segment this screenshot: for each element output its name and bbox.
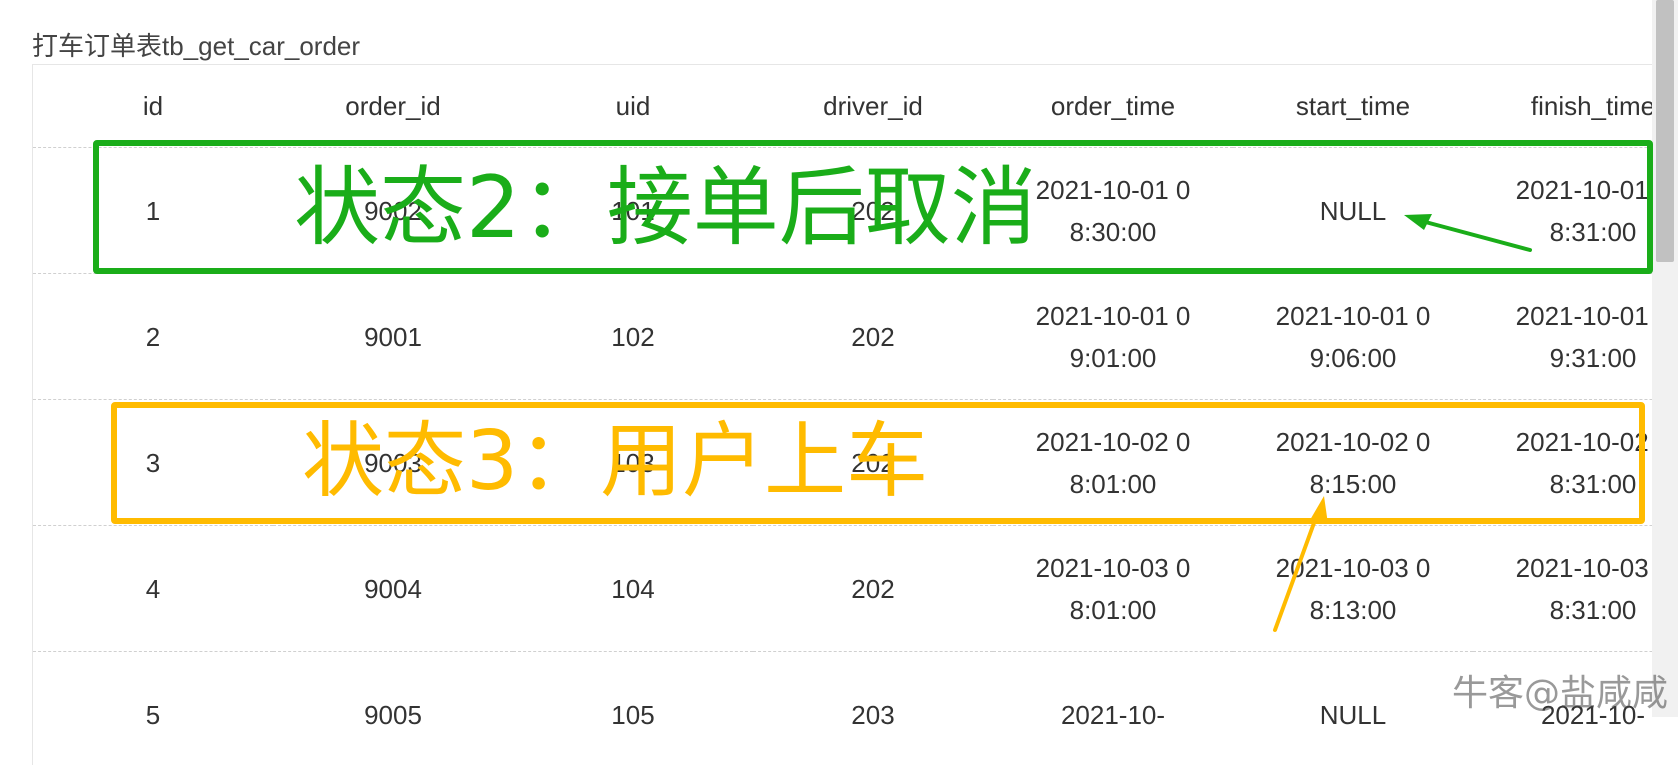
cell-driver-id: 202 — [753, 526, 993, 652]
cell-order-time-text: 2021-10-01 08:30:00 — [1028, 169, 1198, 253]
vertical-scrollbar[interactable] — [1652, 0, 1678, 717]
cell-driver-id: 202 — [753, 274, 993, 400]
cell-finish-time-text: 2021-10-01 09:31:00 — [1508, 295, 1653, 379]
cell-uid: 102 — [513, 274, 753, 400]
cell-id: 3 — [33, 400, 273, 526]
cell-driver-id: 202 — [753, 400, 993, 526]
cell-order-time-text: 2021-10-03 08:01:00 — [1028, 547, 1198, 631]
cell-driver-id: 203 — [753, 652, 993, 765]
cell-order-id: 9002 — [273, 148, 513, 274]
cell-start-time: NULL — [1233, 652, 1473, 765]
cell-order-id: 9005 — [273, 652, 513, 765]
cell-id: 2 — [33, 274, 273, 400]
column-header-id: id — [33, 65, 273, 148]
cell-start-time-text: 2021-10-02 08:15:00 — [1268, 421, 1438, 505]
table-row: 5 9005 105 203 2021-10- NULL 2021-10- — [33, 652, 1653, 765]
cell-uid: 105 — [513, 652, 753, 765]
cell-id: 1 — [33, 148, 273, 274]
cell-id: 4 — [33, 526, 273, 652]
cell-start-time-text: NULL — [1268, 694, 1438, 736]
order-table-container: id order_id uid driver_id order_time sta… — [32, 64, 1653, 765]
cell-order-id: 9003 — [273, 400, 513, 526]
cell-start-time: 2021-10-02 08:15:00 — [1233, 400, 1473, 526]
cell-finish-time-text: 2021-10-03 08:31:00 — [1508, 547, 1653, 631]
cell-order-id: 9001 — [273, 274, 513, 400]
table-row: 2 9001 102 202 2021-10-01 09:01:00 2021-… — [33, 274, 1653, 400]
column-header-uid: uid — [513, 65, 753, 148]
cell-order-time-text: 2021-10-01 09:01:00 — [1028, 295, 1198, 379]
cell-order-id: 9004 — [273, 526, 513, 652]
cell-order-time: 2021-10-02 08:01:00 — [993, 400, 1233, 526]
cell-order-time-text: 2021-10- — [1028, 694, 1198, 736]
cell-finish-time-text: 2021-10-02 08:31:00 — [1508, 421, 1653, 505]
cell-order-time: 2021-10-01 09:01:00 — [993, 274, 1233, 400]
table-caption: 打车订单表tb_get_car_order — [32, 26, 360, 63]
column-header-finish-time: finish_time — [1473, 65, 1653, 148]
cell-order-time-text: 2021-10-02 08:01:00 — [1028, 421, 1198, 505]
watermark: 牛客@盐咸咸 — [1452, 664, 1668, 716]
column-header-driver-id: driver_id — [753, 65, 993, 148]
cell-finish-time: 2021-10-02 08:31:00 — [1473, 400, 1653, 526]
cell-start-time-text: NULL — [1268, 190, 1438, 232]
table-row: 4 9004 104 202 2021-10-03 08:01:00 2021-… — [33, 526, 1653, 652]
column-header-order-time: order_time — [993, 65, 1233, 148]
cell-start-time-text: 2021-10-03 08:13:00 — [1268, 547, 1438, 631]
cell-finish-time: 2021-10-03 08:31:00 — [1473, 526, 1653, 652]
table-row: 3 9003 103 202 2021-10-02 08:01:00 2021-… — [33, 400, 1653, 526]
cell-order-time: 2021-10-01 08:30:00 — [993, 148, 1233, 274]
cell-start-time: 2021-10-03 08:13:00 — [1233, 526, 1473, 652]
order-table: id order_id uid driver_id order_time sta… — [33, 65, 1653, 765]
column-header-start-time: start_time — [1233, 65, 1473, 148]
cell-uid: 104 — [513, 526, 753, 652]
column-header-order-id: order_id — [273, 65, 513, 148]
cell-uid: 103 — [513, 400, 753, 526]
cell-start-time: 2021-10-01 09:06:00 — [1233, 274, 1473, 400]
table-row: 1 9002 101 202 2021-10-01 08:30:00 NULL … — [33, 148, 1653, 274]
scrollbar-thumb[interactable] — [1656, 0, 1674, 262]
cell-start-time-text: 2021-10-01 09:06:00 — [1268, 295, 1438, 379]
cell-id: 5 — [33, 652, 273, 765]
table-header-row: id order_id uid driver_id order_time sta… — [33, 65, 1653, 148]
cell-driver-id: 202 — [753, 148, 993, 274]
cell-finish-time: 2021-10-01 09:31:00 — [1473, 274, 1653, 400]
cell-uid: 101 — [513, 148, 753, 274]
cell-order-time: 2021-10-03 08:01:00 — [993, 526, 1233, 652]
cell-start-time: NULL — [1233, 148, 1473, 274]
cell-order-time: 2021-10- — [993, 652, 1233, 765]
cell-finish-time-text: 2021-10-01 08:31:00 — [1508, 169, 1653, 253]
cell-finish-time: 2021-10-01 08:31:00 — [1473, 148, 1653, 274]
